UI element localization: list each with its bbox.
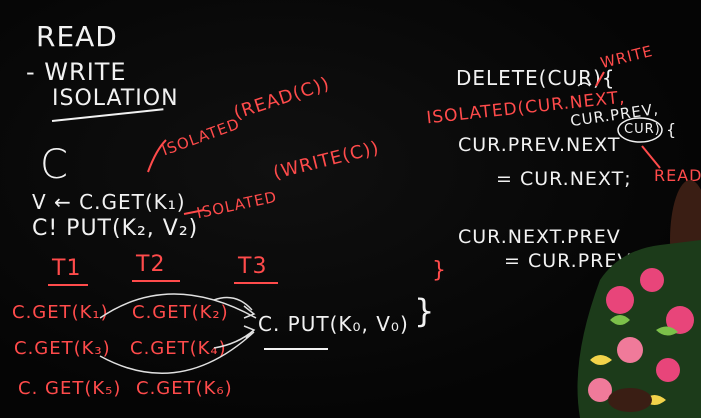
flower-5	[656, 358, 680, 382]
delete-brace-tail	[577, 82, 591, 87]
flower-1	[606, 286, 634, 314]
isolated-write-connector	[183, 209, 205, 215]
flower-4	[617, 337, 643, 363]
arrow-t2b-to-t3	[213, 329, 255, 349]
isolated-read-connector	[147, 139, 167, 173]
presenter	[577, 180, 701, 418]
arrow-t1b-to-t3	[99, 331, 255, 374]
presenter-hand	[608, 388, 652, 412]
write-tick	[595, 71, 605, 87]
flower-2	[640, 268, 664, 292]
lightboard: READ - WRITE ISOLATION C ISOLATED (READ(…	[0, 0, 701, 418]
